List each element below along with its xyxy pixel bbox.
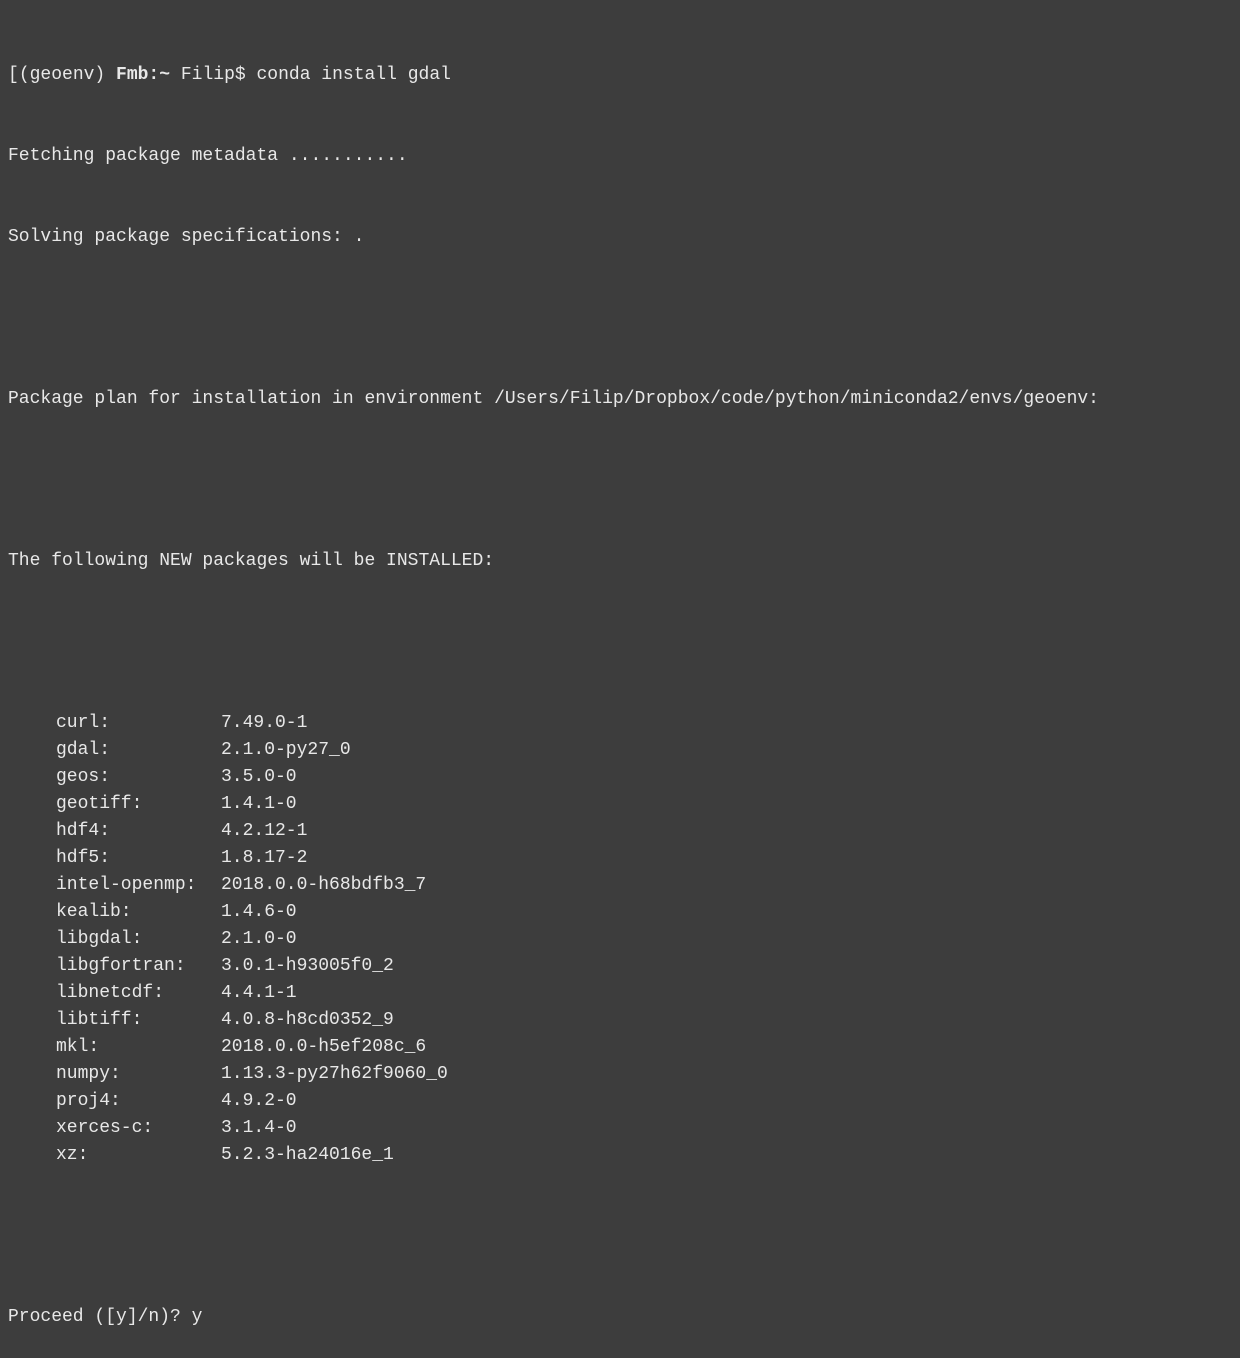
package-row: xerces-c:3.1.4-0 xyxy=(8,1115,1232,1142)
package-indent xyxy=(8,791,56,818)
blank-line xyxy=(8,1223,1232,1250)
package-version: 3.0.1-h93005f0_2 xyxy=(221,953,394,980)
command: conda install gdal xyxy=(256,62,450,89)
package-row: proj4:4.9.2-0 xyxy=(8,1088,1232,1115)
package-indent xyxy=(8,1088,56,1115)
package-indent xyxy=(8,1061,56,1088)
package-indent xyxy=(8,845,56,872)
blank-line xyxy=(8,467,1232,494)
package-indent xyxy=(8,818,56,845)
blank-line xyxy=(8,629,1232,656)
package-row: kealib:1.4.6-0 xyxy=(8,899,1232,926)
package-name: kealib: xyxy=(56,899,221,926)
package-version: 2018.0.0-h68bdfb3_7 xyxy=(221,872,426,899)
package-version: 2018.0.0-h5ef208c_6 xyxy=(221,1034,426,1061)
package-row: curl:7.49.0-1 xyxy=(8,710,1232,737)
package-name: curl: xyxy=(56,710,221,737)
package-indent xyxy=(8,1142,56,1169)
package-name: hdf5: xyxy=(56,845,221,872)
package-version: 4.0.8-h8cd0352_9 xyxy=(221,1007,394,1034)
package-indent xyxy=(8,926,56,953)
hostname: Fmb: xyxy=(116,62,159,89)
proceed-prompt: Proceed ([y]/n)? xyxy=(8,1307,192,1327)
proceed-answer[interactable]: y xyxy=(192,1307,203,1327)
package-indent xyxy=(8,764,56,791)
package-name: libgfortran: xyxy=(56,953,221,980)
package-indent xyxy=(8,953,56,980)
env-name: (geoenv) xyxy=(19,62,116,89)
package-version: 2.1.0-py27_0 xyxy=(221,737,351,764)
package-row: hdf5:1.8.17-2 xyxy=(8,845,1232,872)
package-name: geos: xyxy=(56,764,221,791)
package-version: 4.2.12-1 xyxy=(221,818,307,845)
solving-spec-line: Solving package specifications: . xyxy=(8,224,1232,251)
package-indent xyxy=(8,710,56,737)
package-indent xyxy=(8,980,56,1007)
package-name: xerces-c: xyxy=(56,1115,221,1142)
prompt-line: [(geoenv) Fmb:~ Filip$ conda install gda… xyxy=(8,62,1232,89)
package-indent xyxy=(8,1034,56,1061)
package-version: 2.1.0-0 xyxy=(221,926,297,953)
terminal-output[interactable]: [(geoenv) Fmb:~ Filip$ conda install gda… xyxy=(8,8,1232,1358)
package-name: libtiff: xyxy=(56,1007,221,1034)
package-row: hdf4:4.2.12-1 xyxy=(8,818,1232,845)
package-indent xyxy=(8,872,56,899)
package-version: 1.4.6-0 xyxy=(221,899,297,926)
package-row: numpy:1.13.3-py27h62f9060_0 xyxy=(8,1061,1232,1088)
package-version: 3.1.4-0 xyxy=(221,1115,297,1142)
package-row: xz:5.2.3-ha24016e_1 xyxy=(8,1142,1232,1169)
package-row: geotiff:1.4.1-0 xyxy=(8,791,1232,818)
package-row: mkl:2018.0.0-h5ef208c_6 xyxy=(8,1034,1232,1061)
package-name: intel-openmp: xyxy=(56,872,221,899)
package-version: 1.4.1-0 xyxy=(221,791,297,818)
package-indent xyxy=(8,1007,56,1034)
username: Filip$ xyxy=(181,62,257,89)
package-name: geotiff: xyxy=(56,791,221,818)
package-row: libgfortran:3.0.1-h93005f0_2 xyxy=(8,953,1232,980)
package-name: proj4: xyxy=(56,1088,221,1115)
package-version: 1.13.3-py27h62f9060_0 xyxy=(221,1061,448,1088)
package-version: 4.9.2-0 xyxy=(221,1088,297,1115)
package-name: hdf4: xyxy=(56,818,221,845)
package-row: libgdal:2.1.0-0 xyxy=(8,926,1232,953)
package-row: geos:3.5.0-0 xyxy=(8,764,1232,791)
package-row: libnetcdf:4.4.1-1 xyxy=(8,980,1232,1007)
package-row: libtiff:4.0.8-h8cd0352_9 xyxy=(8,1007,1232,1034)
package-name: libnetcdf: xyxy=(56,980,221,1007)
package-version: 3.5.0-0 xyxy=(221,764,297,791)
package-name: mkl: xyxy=(56,1034,221,1061)
package-version: 4.4.1-1 xyxy=(221,980,297,1007)
package-row: gdal:2.1.0-py27_0 xyxy=(8,737,1232,764)
package-row: intel-openmp:2018.0.0-h68bdfb3_7 xyxy=(8,872,1232,899)
package-name: libgdal: xyxy=(56,926,221,953)
blank-line xyxy=(8,305,1232,332)
new-packages-header: The following NEW packages will be INSTA… xyxy=(8,548,1232,575)
package-name: gdal: xyxy=(56,737,221,764)
package-list: curl:7.49.0-1 gdal:2.1.0-py27_0 geos:3.5… xyxy=(8,710,1232,1169)
package-name: xz: xyxy=(56,1142,221,1169)
package-plan-line: Package plan for installation in environ… xyxy=(8,386,1232,413)
package-version: 5.2.3-ha24016e_1 xyxy=(221,1142,394,1169)
package-indent xyxy=(8,737,56,764)
bracket-open: [ xyxy=(8,62,19,89)
path: ~ xyxy=(159,62,181,89)
package-name: numpy: xyxy=(56,1061,221,1088)
package-indent xyxy=(8,899,56,926)
fetching-metadata-line: Fetching package metadata ........... xyxy=(8,143,1232,170)
proceed-prompt-line: Proceed ([y]/n)? y xyxy=(8,1304,1232,1331)
package-indent xyxy=(8,1115,56,1142)
package-version: 1.8.17-2 xyxy=(221,845,307,872)
package-version: 7.49.0-1 xyxy=(221,710,307,737)
